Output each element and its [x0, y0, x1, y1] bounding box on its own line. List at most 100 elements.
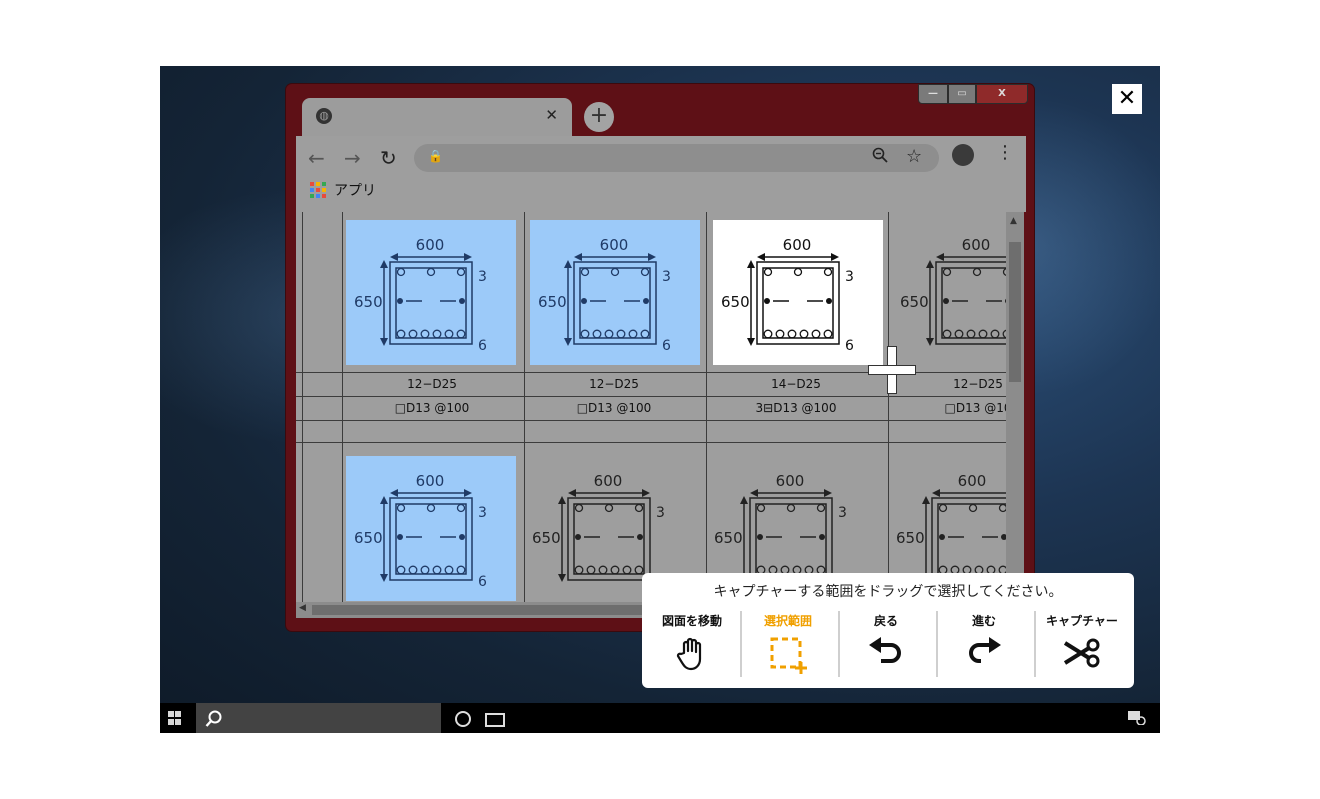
section-mark: [637, 534, 643, 540]
scroll-left-icon[interactable]: ◀: [299, 603, 306, 613]
browser-toolbar: ← → ↻ 🔒 ☆ ⋮ アプリ: [296, 136, 1026, 212]
drawing-viewer[interactable]: 6006503660065036600650366006503660065036…: [296, 212, 1016, 602]
browser-tab[interactable]: ◍ ✕: [302, 98, 572, 136]
desktop-screen: ✕ — ▭ X ◍ ✕ + ← → ↻ 🔒 ☆ ⋮ アプリ 600 650 3 …: [160, 66, 1160, 733]
move-drawing-button[interactable]: 図面を移動: [644, 609, 740, 679]
vertical-scroll-thumb[interactable]: [1009, 242, 1021, 382]
section-mark: [747, 260, 755, 268]
section-mark: 650: [354, 293, 383, 311]
section-mark: [390, 253, 398, 261]
section-mark: [432, 565, 442, 575]
maximize-button[interactable]: ▭: [948, 84, 976, 104]
section-mark: [799, 329, 809, 339]
section-mark: 3: [478, 505, 487, 521]
task-view-icon[interactable]: [485, 713, 505, 727]
window-close-button[interactable]: X: [976, 84, 1028, 104]
section-mark: [464, 489, 472, 497]
section-mark: [936, 253, 944, 261]
section-mark: [826, 298, 832, 304]
reload-icon[interactable]: ↻: [380, 146, 397, 170]
section-mark: [747, 338, 755, 346]
section-mark: [396, 503, 406, 513]
section-mark: [786, 503, 796, 513]
table-line: [296, 396, 1016, 397]
section-mark: [396, 329, 406, 339]
cortana-icon[interactable]: [455, 711, 471, 727]
tool-label: 戻る: [873, 614, 898, 628]
scissors-icon: [1063, 638, 1100, 668]
section-mark: [749, 497, 833, 581]
section-mark: [456, 329, 466, 339]
capture-button[interactable]: キャプチャー: [1034, 609, 1130, 679]
zoom-out-icon[interactable]: [872, 147, 888, 163]
profile-avatar[interactable]: [952, 144, 974, 166]
tab-close-icon[interactable]: ✕: [545, 106, 558, 124]
capture-instruction: キャプチャーする範囲をドラッグで選択してください。: [713, 584, 1063, 600]
section-mark: 650: [354, 529, 383, 547]
section-mark: [573, 503, 645, 575]
notification-icon[interactable]: [1128, 711, 1146, 725]
section-mark: [397, 298, 403, 304]
section-mark: [456, 565, 466, 575]
undo-button[interactable]: 戻る: [838, 609, 934, 679]
horizontal-scroll-thumb[interactable]: [312, 605, 652, 615]
section-mark: [764, 298, 770, 304]
menu-kebab-icon[interactable]: ⋮: [996, 142, 1014, 163]
section-mark: [941, 267, 1013, 339]
tool-label: 選択範囲: [763, 614, 812, 628]
section-mark: [938, 503, 948, 513]
section-mark: [931, 497, 1015, 581]
bookmark-star-icon[interactable]: ☆: [906, 146, 922, 167]
close-capture-button[interactable]: ✕: [1112, 84, 1142, 114]
section-mark: [831, 253, 839, 261]
section-mark: [574, 503, 584, 513]
section-mark: 600: [600, 236, 629, 254]
section-mark: [823, 267, 833, 277]
section-mark: [426, 267, 436, 277]
section-mark: [380, 496, 388, 504]
section-mark: [628, 329, 638, 339]
column-section-drawing[interactable]: 60065036: [346, 456, 516, 601]
window-controls: — ▭ X: [918, 84, 1028, 104]
main-rebar-label: 14−D25: [771, 377, 821, 391]
section-mark: [575, 534, 581, 540]
section-mark: 3: [838, 505, 847, 521]
minimize-button[interactable]: —: [918, 84, 948, 104]
back-icon[interactable]: ←: [308, 146, 325, 170]
column-section-drawing[interactable]: 60065036: [346, 220, 516, 365]
select-area-button[interactable]: 選択範囲: [740, 609, 836, 679]
redo-button[interactable]: 進む: [936, 609, 1032, 679]
section-mark: 600: [594, 472, 623, 490]
section-mark: [573, 261, 657, 345]
section-mark: 3: [662, 269, 671, 285]
section-mark: 650: [532, 529, 561, 547]
section-mark: [954, 329, 964, 339]
address-bar[interactable]: 🔒 ☆: [414, 144, 939, 172]
windows-start-icon[interactable]: [168, 711, 182, 725]
section-mark: [598, 565, 608, 575]
column-section-drawing[interactable]: 60065036: [892, 220, 1016, 365]
scroll-up-icon[interactable]: ▲: [1010, 216, 1017, 226]
section-mark: [395, 267, 467, 339]
section-mark: [610, 565, 620, 575]
new-tab-button[interactable]: +: [584, 102, 614, 132]
taskbar-search[interactable]: [196, 703, 441, 733]
hoop-rebar-label: □D13 @100: [576, 401, 652, 415]
section-mark: [763, 329, 773, 339]
section-mark: [580, 329, 590, 339]
section-mark: [823, 329, 833, 339]
apps-grid-icon[interactable]: [310, 182, 326, 198]
forward-icon[interactable]: →: [344, 146, 361, 170]
column-section-drawing[interactable]: 60065036: [713, 220, 883, 365]
column-section-drawing[interactable]: 60065036: [530, 220, 700, 365]
section-mark: [757, 534, 763, 540]
section-mark: [380, 260, 388, 268]
globe-icon: ◍: [316, 108, 332, 124]
apps-bookmark-label[interactable]: アプリ: [334, 180, 376, 200]
vertical-scrollbar[interactable]: ▲: [1006, 212, 1024, 602]
capture-toolbar: キャプチャーする範囲をドラッグで選択してください。 図面を移動 選択範囲 戻る: [642, 573, 1134, 688]
section-mark: [408, 329, 418, 339]
section-mark: [640, 267, 650, 277]
section-mark: [459, 298, 465, 304]
section-mark: [432, 329, 442, 339]
